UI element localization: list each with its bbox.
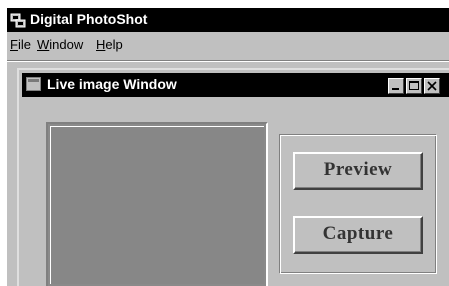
app-window: Digital PhotoShot File Window Help Live …	[7, 8, 449, 286]
live-image-frame	[46, 122, 268, 286]
child-title: Live image Window	[47, 76, 177, 92]
window-icon[interactable]	[26, 77, 41, 91]
app-titlebar[interactable]: Digital PhotoShot	[7, 8, 449, 32]
child-titlebar[interactable]: Live image Window	[22, 73, 449, 97]
menu-window[interactable]: Window	[37, 37, 83, 53]
preview-button[interactable]: Preview	[293, 152, 423, 190]
live-image-view	[50, 126, 264, 284]
menu-help[interactable]: Help	[96, 37, 123, 53]
minimize-icon[interactable]	[388, 78, 404, 94]
camera-app-icon[interactable]	[10, 12, 26, 28]
menubar: File Window Help	[7, 36, 449, 56]
menu-file[interactable]: File	[10, 37, 31, 53]
close-icon[interactable]	[424, 78, 440, 94]
capture-button[interactable]: Capture	[293, 216, 423, 254]
maximize-icon[interactable]	[406, 78, 422, 94]
app-title: Digital PhotoShot	[30, 11, 148, 27]
menubar-divider	[7, 60, 449, 62]
live-image-window: Live image Window Preview Capture	[17, 68, 449, 286]
capture-controls-group: Preview Capture	[279, 134, 437, 274]
